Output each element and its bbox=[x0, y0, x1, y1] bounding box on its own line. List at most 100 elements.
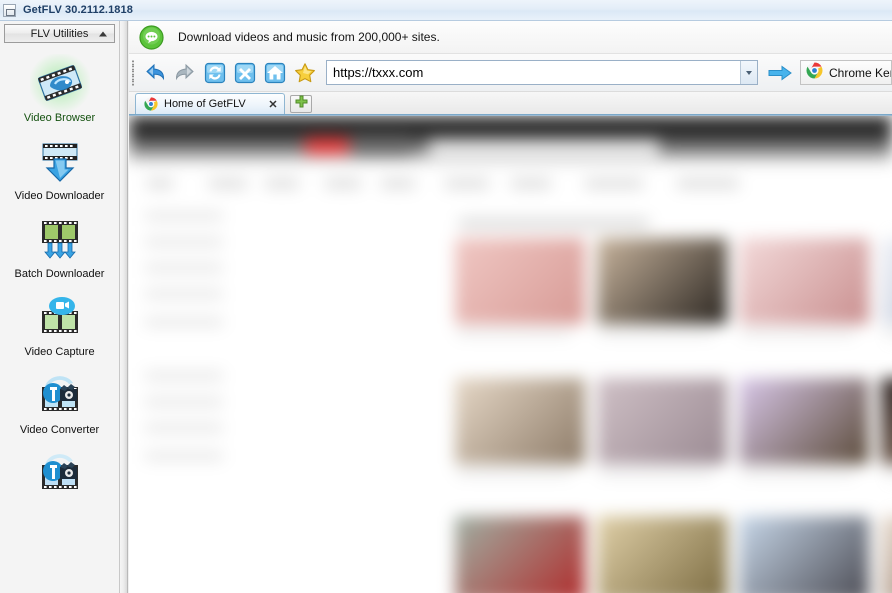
drag-gripper[interactable] bbox=[131, 59, 138, 86]
page-search-box bbox=[429, 140, 659, 155]
address-dropdown-button[interactable] bbox=[740, 61, 757, 84]
sidebar-item-video-browser[interactable]: Video Browser bbox=[0, 53, 119, 131]
main-panel: Download videos and music from 200,000+ … bbox=[129, 21, 892, 593]
page-thumbnail bbox=[881, 516, 892, 593]
page-thumbnail bbox=[455, 378, 585, 476]
page-nav-item bbox=[325, 179, 361, 188]
title-bar: GetFLV 30.2112.1818 bbox=[0, 0, 892, 21]
page-thumbnail-image bbox=[881, 378, 892, 464]
page-nav-item bbox=[585, 179, 643, 188]
close-icon[interactable]: ✕ bbox=[266, 98, 280, 111]
batch-downloader-icon bbox=[36, 215, 84, 263]
promo-text: Download videos and music from 200,000+ … bbox=[178, 30, 440, 44]
url-input[interactable] bbox=[327, 61, 740, 84]
chrome-logo-icon bbox=[806, 61, 823, 84]
page-thumbnail-image bbox=[881, 516, 892, 593]
sidebar-item-batch-downloader[interactable]: Batch Downloader bbox=[0, 209, 119, 287]
page-nav-item bbox=[147, 179, 173, 188]
sidebar-header-flv-utilities[interactable]: FLV Utilities bbox=[4, 24, 115, 43]
video-tools-icon bbox=[36, 449, 84, 497]
sidebar-item-label: Video Converter bbox=[19, 424, 100, 436]
page-logo-text bbox=[351, 136, 411, 156]
go-button[interactable] bbox=[764, 58, 796, 88]
sidebar: FLV Utilities Video Browser Video Downlo… bbox=[0, 21, 120, 593]
page-thumbnail bbox=[597, 378, 727, 476]
page-sidebar-item bbox=[145, 424, 223, 432]
tab-strip: Home of GetFLV ✕ bbox=[129, 92, 892, 115]
sidebar-item-video-capture[interactable]: Video Capture bbox=[0, 287, 119, 365]
page-thumbnail-caption bbox=[741, 469, 855, 476]
page-logo bbox=[305, 138, 349, 154]
page-thumbnail-image bbox=[455, 238, 585, 324]
page-sidebar-item bbox=[145, 238, 223, 246]
page-nav bbox=[129, 174, 892, 196]
page-thumbnail-caption bbox=[457, 329, 571, 336]
web-page-content bbox=[129, 116, 892, 593]
sidebar-item-video-downloader[interactable]: Video Downloader bbox=[0, 131, 119, 209]
video-converter-icon bbox=[36, 371, 84, 419]
sidebar-item-video-tools[interactable] bbox=[0, 443, 119, 509]
page-thumbnail-image bbox=[739, 378, 869, 464]
page-thumbnail bbox=[597, 238, 727, 336]
page-nav-item bbox=[445, 179, 489, 188]
page-sidebar-item bbox=[145, 452, 223, 460]
page-thumbnail bbox=[739, 378, 869, 476]
page-thumbnail bbox=[881, 378, 892, 476]
page-nav-item bbox=[265, 179, 299, 188]
page-sidebar bbox=[145, 212, 265, 593]
browser-viewport[interactable] bbox=[129, 115, 892, 593]
page-nav-item bbox=[677, 179, 739, 188]
chevron-down-icon bbox=[746, 70, 752, 75]
page-thumbnail-caption bbox=[883, 469, 892, 476]
page-thumbnail-image bbox=[597, 378, 727, 464]
chrome-logo-icon bbox=[144, 97, 158, 111]
promo-bar: Download videos and music from 200,000+ … bbox=[129, 21, 892, 54]
page-nav-item bbox=[209, 179, 247, 188]
tab-home-of-getflv[interactable]: Home of GetFLV ✕ bbox=[135, 93, 285, 114]
new-tab-button[interactable] bbox=[290, 95, 312, 113]
refresh-button[interactable] bbox=[200, 58, 230, 88]
caret-up-icon bbox=[99, 31, 107, 36]
sidebar-item-label: Video Browser bbox=[23, 112, 96, 124]
getflv-bubble-icon bbox=[139, 24, 164, 50]
video-downloader-icon bbox=[36, 137, 84, 185]
page-thumbnail bbox=[455, 516, 585, 593]
sidebar-item-label: Video Downloader bbox=[14, 190, 105, 202]
sidebar-item-video-converter[interactable]: Video Converter bbox=[0, 365, 119, 443]
page-thumbnail-caption bbox=[883, 329, 892, 336]
page-sidebar-item bbox=[145, 290, 223, 298]
page-thumbnail bbox=[597, 516, 727, 593]
page-thumbnail-grid bbox=[455, 238, 892, 593]
sidebar-item-label: Batch Downloader bbox=[14, 268, 105, 280]
sidebar-header-label: FLV Utilities bbox=[30, 27, 89, 40]
address-bar[interactable] bbox=[326, 60, 758, 85]
video-capture-icon bbox=[36, 293, 84, 341]
page-thumbnail-caption bbox=[599, 329, 713, 336]
video-browser-icon bbox=[29, 54, 90, 112]
home-button[interactable] bbox=[260, 58, 290, 88]
sidebar-splitter[interactable] bbox=[120, 21, 128, 593]
getflv-window: GetFLV 30.2112.1818 FLV Utilities Video … bbox=[0, 0, 892, 593]
page-thumbnail-image bbox=[881, 238, 892, 324]
forward-button[interactable] bbox=[170, 58, 200, 88]
sidebar-item-list: Video Browser Video Downloader Batch Dow… bbox=[0, 43, 119, 509]
page-thumbnail-image bbox=[455, 378, 585, 464]
stop-button[interactable] bbox=[230, 58, 260, 88]
page-topbar bbox=[129, 116, 892, 136]
plus-icon bbox=[295, 95, 308, 113]
page-section-title bbox=[459, 218, 649, 229]
page-thumbnail-image bbox=[739, 238, 869, 324]
navigation-toolbar: Chrome Kern bbox=[129, 54, 892, 92]
favorites-button[interactable] bbox=[290, 58, 320, 88]
page-thumbnail-image bbox=[455, 516, 585, 593]
window-restore-icon[interactable] bbox=[3, 3, 16, 17]
back-button[interactable] bbox=[140, 58, 170, 88]
page-thumbnail bbox=[455, 238, 585, 336]
page-thumbnail-caption bbox=[741, 329, 855, 336]
page-thumbnail bbox=[739, 238, 869, 336]
tab-label: Home of GetFLV bbox=[164, 98, 246, 110]
browser-kernel-selector[interactable]: Chrome Kern bbox=[800, 60, 892, 85]
page-sidebar-item bbox=[145, 318, 223, 326]
page-sidebar-item bbox=[145, 372, 223, 380]
page-nav-item bbox=[511, 179, 551, 188]
